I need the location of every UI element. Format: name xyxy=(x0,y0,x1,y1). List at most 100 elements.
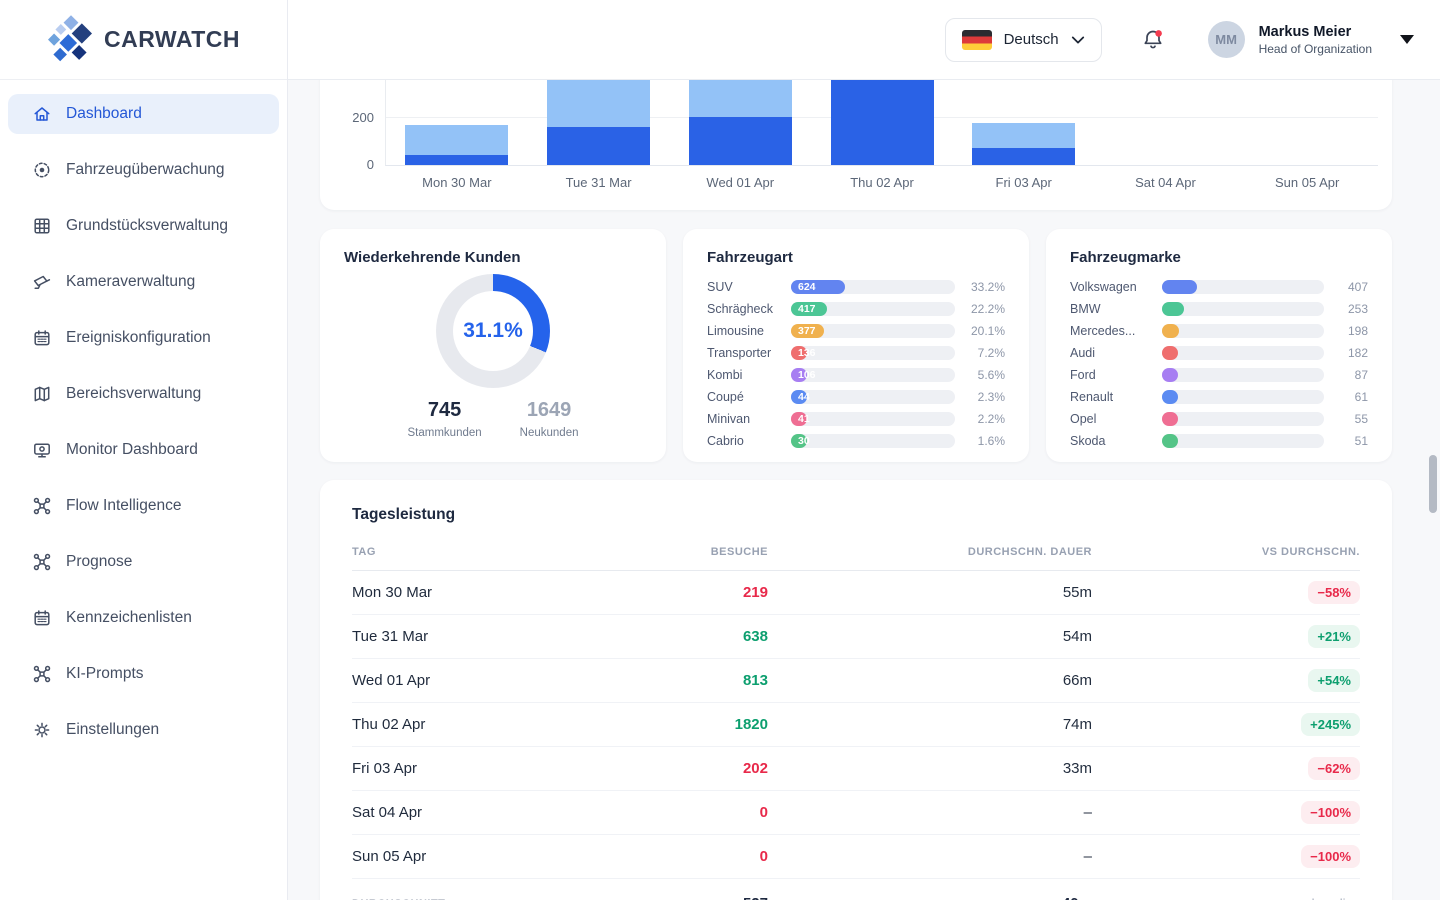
sidebar-item-label: Flow Intelligence xyxy=(66,497,181,515)
row-value: 51 xyxy=(1334,434,1368,448)
card-title: Wiederkehrende Kunden xyxy=(344,249,642,266)
table-title: Tagesleistung xyxy=(352,506,1360,524)
x-axis-label: Sat 04 Apr xyxy=(1095,175,1237,190)
vs-badge: −62% xyxy=(1308,757,1360,780)
sidebar-item-einstellungen[interactable]: Einstellungen xyxy=(8,710,279,750)
vs-badge: −100% xyxy=(1301,845,1360,868)
sidebar-item-prognose[interactable]: Prognose xyxy=(8,542,279,582)
row-label: BMW xyxy=(1070,302,1152,316)
bar-fill: 41 xyxy=(791,412,807,426)
row-value: 20.1% xyxy=(965,324,1005,338)
row-value: 253 xyxy=(1334,302,1368,316)
sidebar-item-fahrzeug-berwachung[interactable]: Fahrzeugüberwachung xyxy=(8,150,279,190)
fahrzeugart-row-limousine: Limousine37720.1% xyxy=(707,324,1005,338)
bar-fill: 624 xyxy=(791,280,845,294)
column-header: DURCHSCHN. DAUER xyxy=(768,546,1092,558)
table-row-mon-30-mar: Mon 30 Mar21955m−58% xyxy=(352,571,1360,615)
bar-fill: 136 xyxy=(791,346,807,360)
bar-fill xyxy=(1162,302,1184,316)
bar-value: 417 xyxy=(798,303,816,315)
table-row-sat-04-apr: Sat 04 Apr0–−100% xyxy=(352,791,1360,835)
sidebar-item-kameraverwaltung[interactable]: Kameraverwaltung xyxy=(8,262,279,302)
segment-dark xyxy=(972,148,1075,165)
sidebar-item-ki-prompts[interactable]: KI-Prompts xyxy=(8,654,279,694)
cell-vs: −58% xyxy=(1092,581,1360,604)
cell-day: Fri 03 Apr xyxy=(352,760,572,777)
sidebar-item-label: Fahrzeugüberwachung xyxy=(66,161,225,179)
stammkunden-label: Stammkunden xyxy=(408,427,482,439)
bar-track: 417 xyxy=(791,302,955,316)
segment-light xyxy=(547,80,650,127)
column-header: BESUCHE xyxy=(572,546,768,558)
row-label: Ford xyxy=(1070,368,1152,382)
table-row-thu-02-apr: Thu 02 Apr182074m+245% xyxy=(352,703,1360,747)
sidebar-item-dashboard[interactable]: Dashboard xyxy=(8,94,279,134)
user-menu[interactable]: MM Markus Meier Head of Organization xyxy=(1208,21,1372,58)
nodes-icon xyxy=(32,496,52,516)
sidebar-item-ereigniskonfiguration[interactable]: Ereigniskonfiguration xyxy=(8,318,279,358)
segment-dark xyxy=(547,127,650,165)
donut-stats: 745 Stammkunden 1649 Neukunden xyxy=(344,399,642,439)
row-value: 2.2% xyxy=(965,412,1005,426)
neukunden-label: Neukunden xyxy=(520,427,579,439)
sidebar-item-kennzeichenlisten[interactable]: Kennzeichenlisten xyxy=(8,598,279,638)
card-title: Fahrzeugart xyxy=(707,249,1005,266)
bar-track xyxy=(1162,390,1324,404)
user-role: Head of Organization xyxy=(1259,42,1372,56)
vehicle-type-rows: SUV62433.2%Schrägheck41722.2%Limousine37… xyxy=(707,280,1005,448)
sidebar-nav: Dashboard Fahrzeugüberwachung Grundstücksv… xyxy=(0,80,287,750)
row-label: Cabrio xyxy=(707,434,781,448)
bar-fill: 30 xyxy=(791,434,807,448)
notifications-button[interactable] xyxy=(1140,27,1166,53)
fahrzeugmarke-row-audi: Audi182 xyxy=(1070,346,1368,360)
sidebar-item-label: Kennzeichenlisten xyxy=(66,609,192,627)
bar-tue-31-mar xyxy=(547,80,650,165)
bar-track xyxy=(1162,302,1324,316)
cell-visits: 1820 xyxy=(572,716,768,733)
row-label: Limousine xyxy=(707,324,781,338)
sidebar-item-flow-intelligence[interactable]: Flow Intelligence xyxy=(8,486,279,526)
fahrzeugmarke-row-renault: Renault61 xyxy=(1070,390,1368,404)
vertical-scrollbar-thumb[interactable] xyxy=(1429,455,1437,513)
row-value: 182 xyxy=(1334,346,1368,360)
fahrzeugart-row-coup-: Coupé442.3% xyxy=(707,390,1005,404)
row-value: 87 xyxy=(1334,368,1368,382)
sidebar-item-monitor-dashboard[interactable]: Monitor Dashboard xyxy=(8,430,279,470)
map-icon xyxy=(32,384,52,404)
user-info: Markus Meier Head of Organization xyxy=(1259,24,1372,56)
row-value: 22.2% xyxy=(965,302,1005,316)
visits-plot: Mon 30 MarTue 31 MarWed 01 AprThu 02 Apr… xyxy=(385,80,1378,166)
table-body: Mon 30 Mar21955m−58%Tue 31 Mar63854m+21%… xyxy=(352,571,1360,879)
language-selector[interactable]: Deutsch xyxy=(945,18,1102,62)
sidebar-item-bereichsverwaltung[interactable]: Bereichsverwaltung xyxy=(8,374,279,414)
bar-fill xyxy=(1162,368,1178,382)
neukunden-value: 1649 xyxy=(520,399,579,422)
bar-track: 106 xyxy=(791,368,955,382)
language-label: Deutsch xyxy=(1004,31,1059,48)
sidebar-item-grundst-cksverwaltung[interactable]: Grundstücksverwaltung xyxy=(8,206,279,246)
calendar-icon xyxy=(32,328,52,348)
cell-day: Thu 02 Apr xyxy=(352,716,572,733)
bar-track: 624 xyxy=(791,280,955,294)
bar-track: 136 xyxy=(791,346,955,360)
bar-fill: 417 xyxy=(791,302,827,316)
gear-icon xyxy=(32,720,52,740)
footer-vs-baseline: baseline xyxy=(1092,896,1360,900)
table-row-tue-31-mar: Tue 31 Mar63854m+21% xyxy=(352,615,1360,659)
fahrzeugart-row-schr-gheck: Schrägheck41722.2% xyxy=(707,302,1005,316)
cell-vs: −100% xyxy=(1092,845,1360,868)
segment-light xyxy=(405,125,508,155)
row-label: Volkswagen xyxy=(1070,280,1152,294)
bar-fill xyxy=(1162,346,1178,360)
cell-duration: 66m xyxy=(768,672,1092,689)
row-label: Minivan xyxy=(707,412,781,426)
row-value: 55 xyxy=(1334,412,1368,426)
bar-track: 41 xyxy=(791,412,955,426)
fahrzeugart-row-suv: SUV62433.2% xyxy=(707,280,1005,294)
cell-visits: 638 xyxy=(572,628,768,645)
row-value: 7.2% xyxy=(965,346,1005,360)
user-dropdown-caret[interactable] xyxy=(1400,35,1414,44)
row-value: 198 xyxy=(1334,324,1368,338)
cell-visits: 813 xyxy=(572,672,768,689)
bar-fill xyxy=(1162,390,1178,404)
